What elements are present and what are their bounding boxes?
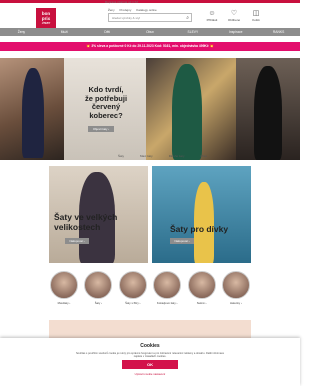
category-item[interactable]: Maxišaty ›	[49, 271, 79, 305]
subnav-link-women[interactable]: Ženy	[108, 8, 115, 12]
card2-title: Šaty pro dívky	[170, 224, 229, 234]
wishlist-label: Oblíbené	[227, 18, 241, 22]
nav-item-kids[interactable]: Děti	[86, 28, 129, 36]
category-image	[118, 271, 147, 299]
shipping-note: Doprava zdarma od 1 Kč	[105, 0, 139, 4]
hero-line3: červený koberec?	[89, 102, 123, 120]
heart-icon: ♡	[230, 10, 238, 17]
user-icon: ☺	[208, 10, 216, 17]
card1-title: Šaty ve velkých velikostech	[54, 212, 117, 232]
category-label: Koktejlové šaty ›	[156, 301, 178, 305]
hero-headline: Kdo tvrdí, že potřebuji červený koberec?	[78, 85, 134, 120]
model-figure	[172, 64, 202, 160]
model-figure	[194, 182, 214, 263]
cookie-ok-button[interactable]: OK	[122, 360, 178, 369]
category-label: Halenky ›	[230, 301, 242, 305]
category-label: Šaty ›	[94, 301, 103, 305]
card1-line2: velikostech	[54, 222, 101, 232]
nav-item-men[interactable]: Muži	[43, 28, 86, 36]
category-image	[187, 271, 216, 299]
search-icon[interactable]: ⌕	[186, 15, 189, 21]
card2-button[interactable]: Nakupovat ›	[170, 238, 194, 244]
model-figure	[254, 66, 282, 160]
login-label: Přihlásit	[206, 18, 218, 22]
nav-item-sale[interactable]: SLEVY	[171, 28, 214, 36]
slider-label-1[interactable]: Šaty	[118, 154, 124, 158]
hero-image-right[interactable]	[236, 58, 300, 160]
category-label: Sukně ›	[196, 301, 207, 305]
category-carousel: Maxišaty › Šaty › Šaty s flitry › Koktej…	[49, 271, 251, 305]
category-label: Šaty s flitry ›	[125, 301, 141, 305]
card-plus-size-dresses[interactable]: Šaty ve velkých velikostech Nakupovat ›	[49, 166, 148, 263]
search-placeholder: Hledat výrobky & styl	[112, 16, 141, 20]
wishlist-button[interactable]: ♡ Oblíbené	[224, 10, 244, 22]
sub-navigation: Ženy Prodejny Katalogy online	[108, 8, 161, 12]
logo[interactable]: bon prix ÜTEBY	[36, 8, 56, 28]
category-item[interactable]: Halenky ›	[221, 271, 251, 305]
logo-line3: ÜTEBY	[41, 22, 51, 25]
nav-item-ranks[interactable]: RANKS	[257, 28, 300, 36]
slider-labels: Šaty Maxi šaty Dlouhé šaty Plisé	[118, 154, 207, 158]
slider-label-2[interactable]: Maxi šaty	[140, 154, 153, 158]
hero-cta-button[interactable]: Objevit šaty ›	[88, 126, 114, 132]
category-item[interactable]: Šaty s flitry ›	[118, 271, 148, 305]
cookie-text: Souhlas s použitím souborů cookie je nut…	[75, 352, 225, 359]
cookie-title: Cookies	[140, 343, 160, 349]
cookie-settings-link[interactable]: Upravit cookie nastavení	[0, 372, 300, 376]
category-image	[84, 271, 113, 299]
hero-image-center[interactable]	[146, 58, 236, 160]
cart-label: Košík	[252, 18, 260, 22]
model-figure	[22, 68, 44, 158]
login-button[interactable]: ☺ Přihlásit	[202, 10, 222, 22]
slider-label-3[interactable]: Dlouhé šaty	[169, 154, 185, 158]
category-item[interactable]: Sukně ›	[187, 271, 217, 305]
category-label: Maxišaty ›	[57, 301, 71, 305]
card-girls-dresses[interactable]: Šaty pro dívky Nakupovat ›	[152, 166, 251, 263]
main-navigation: Ženy Muži Děti Obuv SLEVY Inspirace RANK…	[0, 28, 300, 36]
category-item[interactable]: Šaty ›	[83, 271, 113, 305]
nav-item-inspiration[interactable]: Inspirace	[214, 28, 257, 36]
bag-icon: ◫	[252, 10, 260, 17]
nav-item-shoes[interactable]: Obuv	[129, 28, 172, 36]
search-input[interactable]: Hledat výrobky & styl ⌕	[108, 13, 192, 22]
promo-banner[interactable]: 💥 3% sleva a poštovné 0 Kč do 29.11.2023…	[0, 42, 300, 51]
category-image	[221, 271, 250, 299]
top-accent-bar	[0, 0, 300, 3]
card1-button[interactable]: Nakupovat ›	[65, 238, 89, 244]
nav-item-women[interactable]: Ženy	[0, 28, 43, 36]
cart-button[interactable]: ◫ Košík	[246, 10, 266, 22]
subnav-link-catalogs[interactable]: Katalogy online	[136, 8, 157, 12]
category-image	[50, 271, 78, 299]
card1-line1: Šaty ve velkých	[54, 212, 118, 222]
hero-image-left[interactable]	[0, 58, 64, 160]
category-image	[153, 271, 182, 299]
category-item[interactable]: Koktejlové šaty ›	[152, 271, 182, 305]
subnav-link-stores[interactable]: Prodejny	[120, 8, 132, 12]
slider-label-4[interactable]: Plisé	[201, 154, 208, 158]
